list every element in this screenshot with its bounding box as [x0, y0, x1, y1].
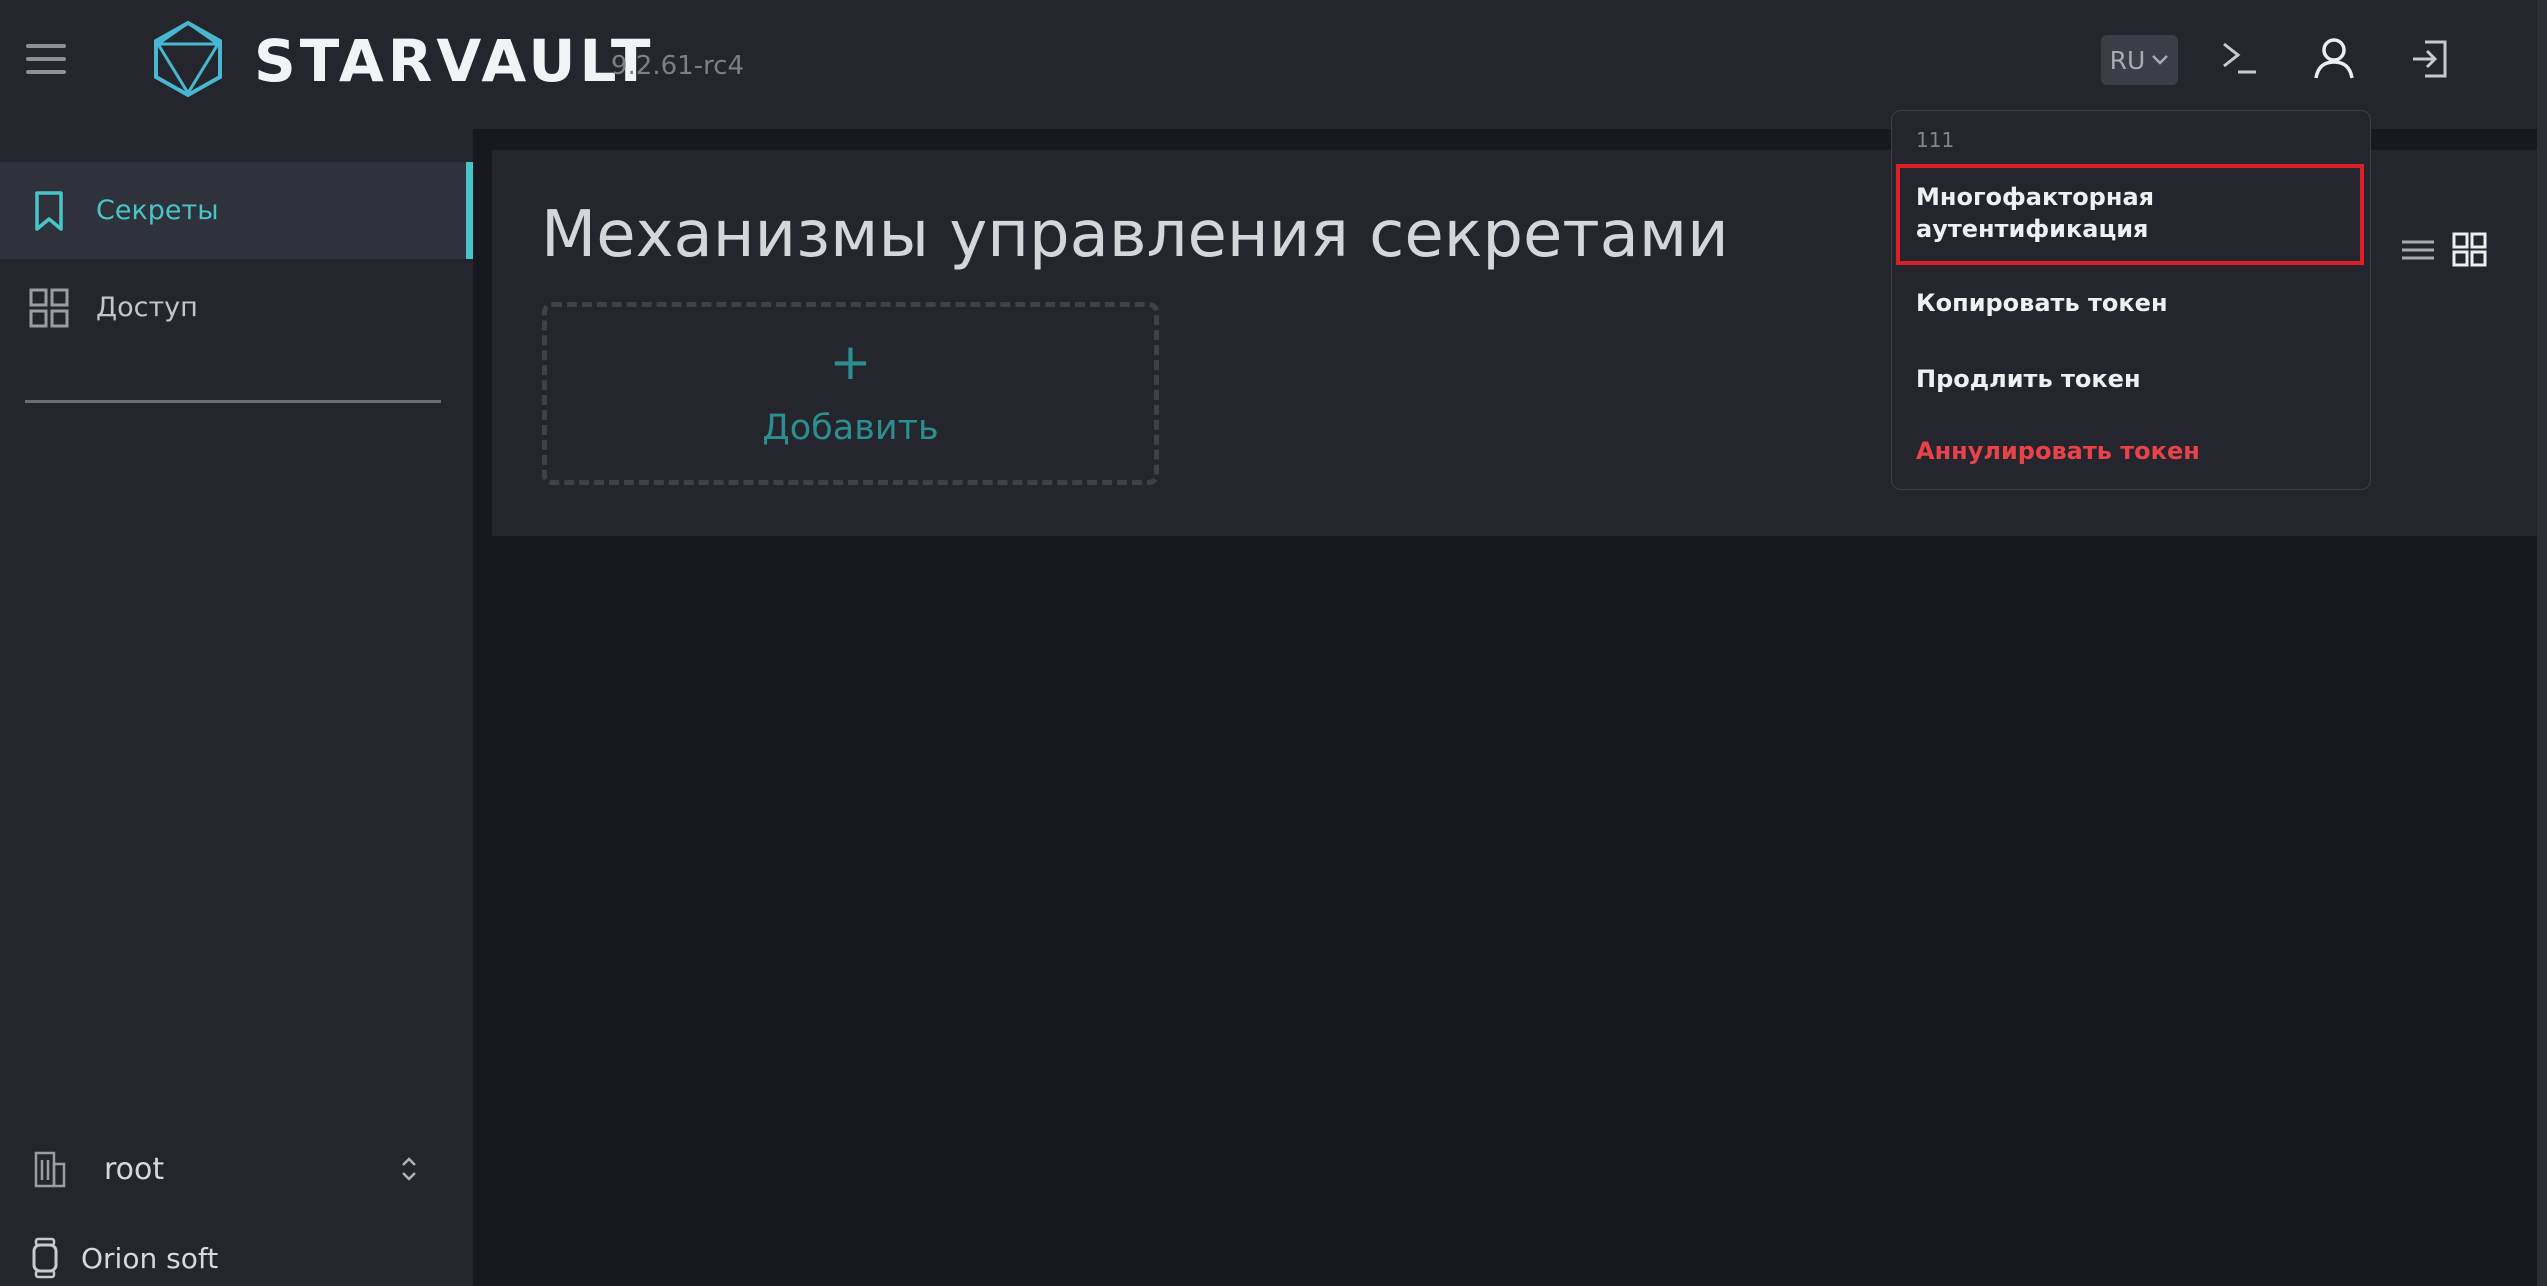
logout-icon[interactable]: [2407, 36, 2453, 82]
sidebar-item-secrets[interactable]: Секреты: [0, 162, 473, 259]
logo-icon: [154, 20, 222, 98]
language-selector[interactable]: RU: [2101, 35, 2178, 85]
organization-label: Orion soft: [81, 1241, 219, 1275]
language-value: RU: [2109, 45, 2146, 75]
user-icon[interactable]: [2311, 36, 2357, 82]
sidebar-item-label: Доступ: [96, 292, 198, 323]
list-view-icon[interactable]: [2399, 232, 2437, 268]
orion-logo-icon: [32, 1237, 58, 1279]
menu-item-mfa[interactable]: Многофакторная аутентификация: [1916, 181, 2154, 245]
namespace-selector[interactable]: root: [28, 1139, 448, 1199]
bookmark-icon: [35, 190, 63, 231]
menu-item-copy-token[interactable]: Копировать токен: [1916, 289, 2168, 317]
window-edge: [2537, 0, 2547, 1286]
chevron-down-icon: [2152, 55, 2169, 65]
menu-item-renew-token[interactable]: Продлить токен: [1916, 365, 2141, 393]
add-engine-button[interactable]: + Добавить: [542, 302, 1159, 485]
add-label: Добавить: [762, 408, 939, 448]
namespace-label: root: [104, 1151, 165, 1187]
organization: Orion soft: [30, 1233, 218, 1283]
hamburger-menu-icon[interactable]: [26, 44, 70, 76]
terminal-icon[interactable]: [2216, 36, 2262, 82]
version-label: 9.2.61-rc4: [611, 51, 745, 81]
dropdown-username: 111: [1916, 128, 1955, 152]
brand-name[interactable]: STARVAULT: [254, 26, 654, 96]
sidebar-divider: [25, 400, 441, 403]
menu-item-revoke-token[interactable]: Аннулировать токен: [1916, 437, 2200, 465]
sidebar-item-access[interactable]: Доступ: [0, 259, 473, 356]
grid-icon: [29, 288, 69, 327]
plus-icon: +: [829, 333, 872, 391]
building-icon: [34, 1151, 66, 1188]
page-title: Механизмы управления секретами: [541, 198, 1729, 272]
menu-item-mfa-line1: Многофакторная: [1916, 183, 2155, 211]
chevron-updown-icon: [402, 1157, 416, 1181]
sidebar: Секреты Доступ root Orion soft: [0, 129, 473, 1286]
menu-item-mfa-line2: аутентификация: [1916, 215, 2149, 243]
grid-view-icon[interactable]: [2451, 232, 2489, 268]
sidebar-item-label: Секреты: [96, 195, 219, 226]
user-dropdown-menu: 111 Многофакторная аутентификация Копиро…: [1891, 110, 2371, 490]
